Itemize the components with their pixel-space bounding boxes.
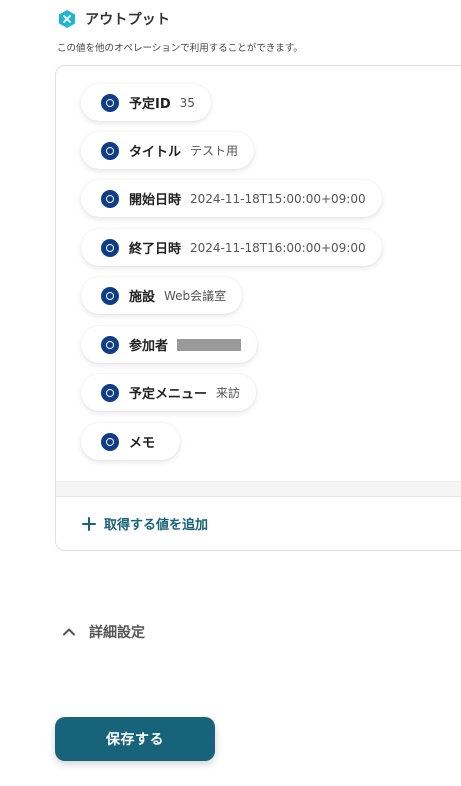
output-item-value: 35: [179, 95, 195, 110]
calendar-service-icon: [101, 432, 119, 451]
output-item-end-datetime[interactable]: 終了日時 2024-11-18T16:00:00+09:00: [81, 229, 382, 266]
output-item-facility[interactable]: 施設 Web会議室: [81, 277, 243, 314]
chevron-up-icon: [63, 628, 75, 636]
output-item-value: テスト用: [190, 144, 239, 158]
output-item-schedule-menu[interactable]: 予定メニュー 来訪: [81, 374, 257, 411]
output-item-value: 2024-11-18T16:00:00+09:00: [190, 240, 366, 255]
output-icon: [59, 10, 75, 28]
output-item-label: 予定メニュー: [129, 387, 208, 402]
output-item-label: 開始日時: [129, 193, 182, 208]
section-description: この値を他のオペレーションで利用することができます。: [57, 43, 303, 54]
save-button[interactable]: 保存する: [55, 717, 215, 761]
calendar-service-icon: [101, 383, 119, 402]
calendar-service-icon: [101, 141, 119, 160]
calendar-service-icon: [101, 286, 119, 305]
output-item-label: 終了日時: [129, 242, 182, 257]
output-item-schedule-id[interactable]: 予定ID 35: [81, 84, 211, 121]
plus-icon: [82, 516, 96, 531]
calendar-service-icon: [101, 93, 119, 112]
output-item-label: 予定ID: [129, 97, 171, 112]
redacted-value: [177, 338, 242, 351]
output-item-participants[interactable]: 参加者: [81, 326, 258, 363]
output-items-list: 予定ID 35 タイトル テスト用 開始日時 2024-11-18T15:00:…: [56, 66, 461, 481]
output-section-header: アウトプット: [57, 9, 170, 29]
output-values-panel: 予定ID 35 タイトル テスト用 開始日時 2024-11-18T15:00:…: [55, 65, 461, 551]
output-item-label: メモ: [129, 436, 156, 451]
output-item-label: 施設: [129, 290, 156, 305]
output-item-memo[interactable]: メモ: [81, 423, 181, 460]
output-item-title[interactable]: タイトル テスト用: [81, 132, 255, 169]
calendar-service-icon: [101, 189, 119, 208]
output-item-label: タイトル: [129, 145, 182, 160]
calendar-service-icon: [101, 238, 119, 257]
details-settings-label: 詳細設定: [89, 625, 145, 641]
output-item-start-datetime[interactable]: 開始日時 2024-11-18T15:00:00+09:00: [81, 180, 382, 217]
add-value-label: 取得する値を追加: [104, 518, 209, 533]
output-item-label: 参加者: [129, 339, 169, 354]
panel-divider: [56, 481, 461, 497]
output-item-value: Web会議室: [164, 289, 227, 303]
section-title: アウトプット: [85, 12, 171, 28]
details-settings-toggle[interactable]: 詳細設定: [61, 622, 145, 642]
add-value-button[interactable]: 取得する値を追加: [82, 514, 208, 533]
output-item-value: 2024-11-18T15:00:00+09:00: [190, 191, 366, 206]
output-item-value: 来訪: [216, 386, 241, 400]
output-settings-page: アウトプット この値を他のオペレーションで利用することができます。 予定ID 3…: [0, 0, 461, 786]
calendar-service-icon: [101, 335, 119, 354]
